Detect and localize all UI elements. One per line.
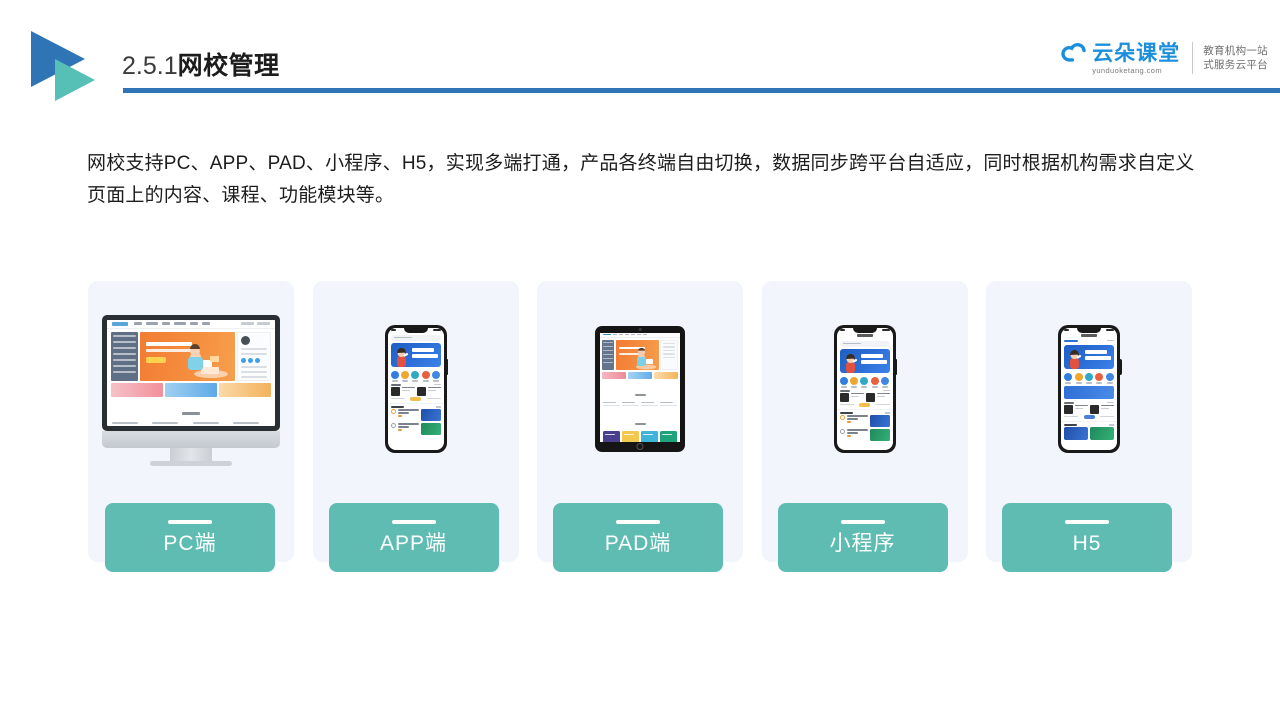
page-title: 2.5.1 网校管理 — [122, 46, 280, 82]
label-dash — [391, 520, 436, 524]
brand-mark: 云朵课堂 yunduoketang.com — [1060, 41, 1180, 76]
label-dash — [840, 520, 885, 524]
platform-card-pad[interactable]: PAD端 — [537, 281, 743, 572]
platform-label-text: 小程序 — [829, 532, 896, 555]
brand-divider — [1192, 42, 1194, 74]
platform-label-h5[interactable]: H5 — [1002, 503, 1172, 572]
double-triangle-play-icon — [27, 29, 105, 103]
platform-label-text: APP端 — [379, 532, 448, 555]
label-dash — [168, 520, 212, 524]
platform-label-pad[interactable]: PAD端 — [553, 503, 723, 572]
brand-tagline-line2: 式服务云平台 — [1203, 59, 1268, 71]
tablet-icon — [537, 281, 743, 496]
brand-logo: 云朵课堂 yunduoketang.com 教育机构一站 式服务云平台 — [1060, 36, 1268, 80]
brand-tagline: 教育机构一站 式服务云平台 — [1203, 44, 1268, 72]
title-underline-rule — [123, 88, 1280, 93]
page-title-number: 2.5.1 — [122, 52, 178, 80]
platform-card-app[interactable]: APP端 — [312, 281, 519, 572]
platform-card-list: PC端 APP端 PAD端 小程序 H5 — [88, 281, 1192, 576]
platform-label-app[interactable]: APP端 — [328, 503, 499, 572]
description-paragraph: 网校支持PC、APP、PAD、小程序、H5，实现多端打通，产品各终端自由切换，数… — [87, 153, 1195, 206]
platform-label-text: PC端 — [163, 532, 217, 555]
brand-text: 云朵课堂 yunduoketang.com — [1092, 41, 1181, 76]
platform-label-text: H5 — [1072, 532, 1102, 555]
smartphone-icon — [986, 281, 1192, 496]
brand-tagline-line1: 教育机构一站 — [1203, 45, 1268, 57]
platform-card-h5[interactable]: H5 — [986, 281, 1192, 572]
platform-label-miniprogram[interactable]: 小程序 — [777, 503, 948, 572]
label-dash — [1065, 520, 1109, 524]
slide-header: 2.5.1 网校管理 云朵课堂 yunduoketang.com 教育机构一站 … — [0, 0, 1280, 112]
page-title-text: 网校管理 — [177, 52, 280, 80]
brand-domain: yunduoketang.com — [1092, 65, 1162, 75]
smartphone-icon — [762, 281, 968, 496]
brand-name: 云朵课堂 — [1092, 41, 1181, 65]
cloud-icon — [1060, 41, 1090, 76]
label-dash — [616, 520, 660, 524]
desktop-monitor-icon — [88, 281, 294, 496]
platform-label-text: PAD端 — [604, 532, 672, 555]
platform-card-pc[interactable]: PC端 — [88, 281, 294, 572]
platform-card-miniprogram[interactable]: 小程序 — [761, 281, 968, 572]
smartphone-icon — [313, 281, 519, 496]
platform-label-pc[interactable]: PC端 — [105, 503, 275, 572]
